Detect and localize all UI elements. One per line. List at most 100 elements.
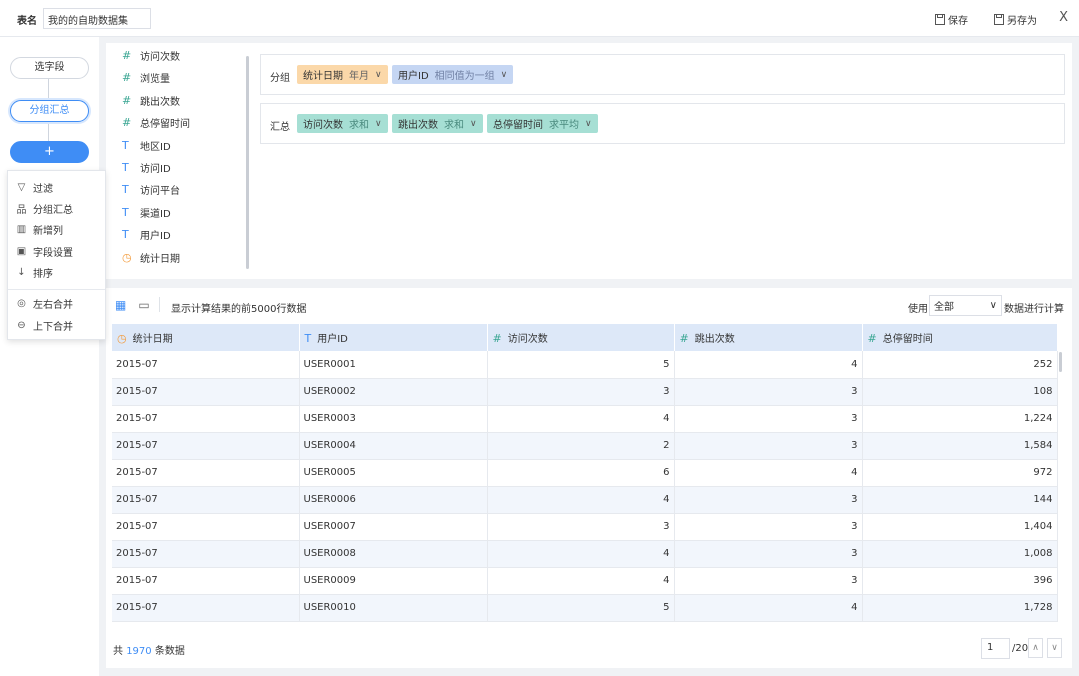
- column-label: 跳出次数: [694, 334, 735, 345]
- table-cell: 1,584: [862, 432, 1058, 460]
- menu-item-filter[interactable]: ▽ 过滤: [16, 180, 53, 195]
- field-item[interactable]: # 跳出次数: [122, 93, 180, 108]
- group-by-box[interactable]: 分组 统计日期 年月 ∨ 用户ID 相同值为一组 ∨: [260, 54, 1065, 95]
- save-as-icon: [994, 14, 1004, 25]
- result-info: 显示计算结果的前5000行数据: [171, 304, 307, 315]
- menu-item-sort[interactable]: ↓ 排序: [16, 265, 53, 280]
- group-chip-user-id[interactable]: 用户ID 相同值为一组 ∨: [392, 65, 514, 84]
- menu-item-field-settings[interactable]: ▣ 字段设置: [16, 244, 73, 259]
- summary-chip-visits[interactable]: 访问次数 求和 ∨: [297, 114, 388, 133]
- table-cell: USER0001: [299, 351, 488, 379]
- result-table: ◷ 统计日期 T 用户ID # 访问次数 # 跳出次数 # 总停留时间 2015-07 US…: [112, 324, 1058, 622]
- table-cell: 972: [862, 459, 1058, 487]
- step-select-fields[interactable]: 选字段: [10, 57, 89, 79]
- chip-name: 跳出次数: [398, 120, 438, 131]
- table-scrollbar[interactable]: [1059, 352, 1062, 372]
- field-item[interactable]: T 访问ID: [122, 160, 171, 175]
- chevron-down-icon: ∨: [585, 118, 592, 129]
- table-cell: 144: [862, 486, 1058, 514]
- add-step-button[interactable]: +: [10, 141, 89, 163]
- total-count: 共 1970 条数据: [113, 642, 185, 657]
- chevron-down-icon: ∨: [375, 118, 382, 129]
- layout-view-icon[interactable]: ▭: [138, 298, 149, 312]
- chip-mode: 相同值为一组: [434, 71, 495, 82]
- table-cell: 2: [487, 432, 675, 460]
- merge-left-right-icon: ◎: [17, 298, 26, 309]
- table-cell: 2015-07: [112, 594, 300, 622]
- field-item[interactable]: T 访问平台: [122, 182, 180, 197]
- data-scope-select[interactable]: 全部 ∨: [929, 295, 1002, 316]
- prev-page-button[interactable]: ∧: [1028, 638, 1043, 658]
- table-cell: USER0003: [299, 405, 488, 433]
- number-type-icon: #: [122, 94, 132, 107]
- step-group-summary[interactable]: 分组汇总: [10, 100, 89, 122]
- summary-box[interactable]: 汇总 访问次数 求和 ∨ 跳出次数 求和 ∨ 总停留时间 求平均 ∨: [260, 103, 1065, 144]
- total-prefix: 共: [113, 646, 123, 657]
- chip-name: 统计日期: [303, 71, 343, 82]
- field-item[interactable]: # 总停留时间: [122, 115, 190, 130]
- menu-item-label: 左右合并: [33, 300, 73, 311]
- field-item[interactable]: ◷ 统计日期: [122, 250, 180, 265]
- sort-icon: ↓: [17, 267, 26, 278]
- field-list-panel: # 访问次数 # 浏览量 # 跳出次数 # 总停留时间 T 地区ID T 访问ID T 访问平…: [106, 43, 254, 279]
- filter-icon: ▽: [17, 182, 26, 193]
- table-cell: 108: [862, 378, 1058, 406]
- field-item[interactable]: # 浏览量: [122, 70, 170, 85]
- field-item[interactable]: T 用户ID: [122, 227, 171, 242]
- close-icon[interactable]: X: [1059, 10, 1068, 25]
- grid-view-icon[interactable]: ▦: [115, 298, 126, 312]
- group-chip-date[interactable]: 统计日期 年月 ∨: [297, 65, 388, 84]
- next-page-button[interactable]: ∨: [1047, 638, 1062, 658]
- field-label: 跳出次数: [140, 97, 180, 108]
- group-by-label: 分组: [270, 73, 290, 84]
- field-item[interactable]: T 地区ID: [122, 138, 171, 153]
- add-step-menu: ▽ 过滤 品 分组汇总 ▥ 新增列 ▣ 字段设置 ↓ 排序 ◎ 左右合并 ⊖ 上…: [7, 170, 106, 340]
- field-label: 访问平台: [140, 186, 180, 197]
- column-header-bounces[interactable]: # 跳出次数: [674, 324, 863, 351]
- table-cell: 4: [487, 405, 675, 433]
- column-header-date[interactable]: ◷ 统计日期: [112, 324, 300, 351]
- table-cell: 2015-07: [112, 378, 300, 406]
- table-cell: 2015-07: [112, 432, 300, 460]
- summary-chip-stay-time[interactable]: 总停留时间 求平均 ∨: [487, 114, 598, 133]
- data-scope-value: 全部: [934, 302, 954, 313]
- summary-label: 汇总: [270, 122, 290, 133]
- column-header-visits[interactable]: # 访问次数: [487, 324, 675, 351]
- column-label: 总停留时间: [882, 334, 933, 345]
- field-label: 访问ID: [140, 164, 171, 175]
- table-row: 2015-07 USER0010 5 4 1,728: [112, 594, 1058, 622]
- field-list-scrollbar[interactable]: [246, 56, 249, 269]
- save-as-button[interactable]: 另存为: [994, 12, 1037, 27]
- menu-item-new-column[interactable]: ▥ 新增列: [16, 222, 63, 237]
- table-row: 2015-07 USER0003 4 3 1,224: [112, 405, 1058, 433]
- table-name-label: 表名: [17, 16, 37, 27]
- column-header-user-id[interactable]: T 用户ID: [299, 324, 488, 351]
- menu-item-merge-left-right[interactable]: ◎ 左右合并: [16, 296, 73, 311]
- table-cell: 252: [862, 351, 1058, 379]
- menu-item-group-summary[interactable]: 品 分组汇总: [16, 201, 74, 216]
- table-cell: USER0006: [299, 486, 488, 514]
- table-cell: USER0004: [299, 432, 488, 460]
- chevron-down-icon: ∨: [470, 118, 477, 129]
- table-cell: 2015-07: [112, 405, 300, 433]
- table-row: 2015-07 USER0005 6 4 972: [112, 459, 1058, 487]
- menu-item-label: 上下合并: [33, 322, 73, 333]
- table-cell: 1,404: [862, 513, 1058, 541]
- save-button[interactable]: 保存: [935, 12, 968, 27]
- field-item[interactable]: # 访问次数: [122, 48, 180, 63]
- table-name-input[interactable]: 我的的自助数据集: [43, 8, 151, 29]
- field-item[interactable]: T 渠道ID: [122, 205, 171, 220]
- table-cell: 3: [674, 540, 863, 568]
- date-type-icon: ◷: [122, 251, 132, 264]
- field-label: 用户ID: [140, 231, 171, 242]
- table-cell: 2015-07: [112, 351, 300, 379]
- table-cell: 396: [862, 567, 1058, 595]
- menu-item-merge-top-bottom[interactable]: ⊖ 上下合并: [16, 318, 73, 333]
- merge-top-bottom-icon: ⊖: [17, 320, 26, 331]
- page-input[interactable]: 1: [981, 638, 1010, 659]
- summary-chip-bounces[interactable]: 跳出次数 求和 ∨: [392, 114, 483, 133]
- table-row: 2015-07 USER0002 3 3 108: [112, 378, 1058, 406]
- column-header-stay-time[interactable]: # 总停留时间: [862, 324, 1058, 351]
- table-cell: 2015-07: [112, 513, 300, 541]
- total-suffix: 条数据: [154, 646, 185, 657]
